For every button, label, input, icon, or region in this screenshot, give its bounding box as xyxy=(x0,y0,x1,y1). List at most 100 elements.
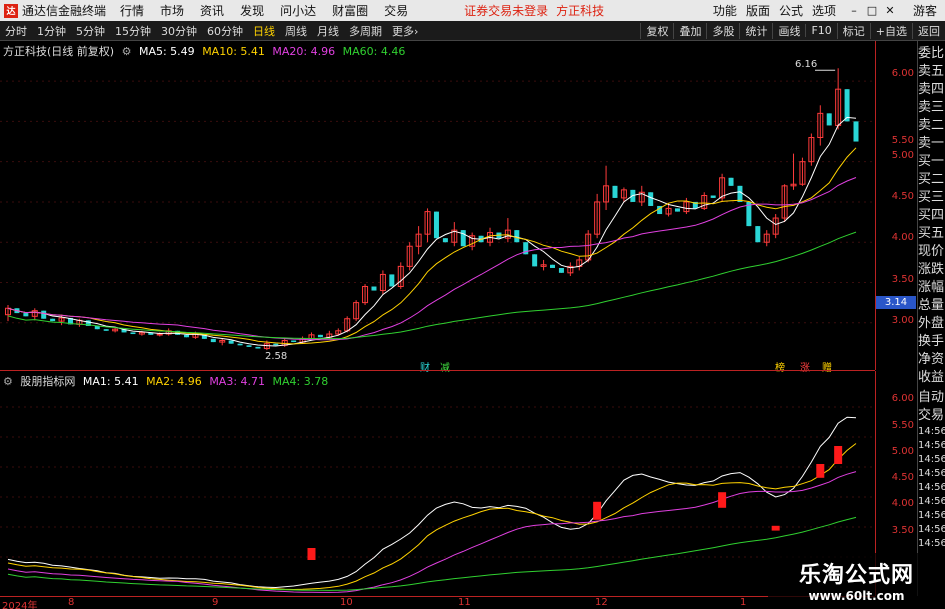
current-price-marker: 3.14 xyxy=(876,296,916,309)
quote-row: 卖五 xyxy=(918,64,945,79)
main-chart-canvas[interactable] xyxy=(0,41,875,370)
sub-ytick-350: 3.50 xyxy=(891,525,914,536)
quote-row: 收益 xyxy=(918,370,945,385)
candle-body xyxy=(648,192,654,206)
signal-bar xyxy=(593,501,602,520)
app-title: 通达信金融终端 xyxy=(22,4,107,18)
quote-row: 买四 xyxy=(918,208,945,223)
quote-row: 涨跌 xyxy=(918,262,945,277)
candle-body xyxy=(558,267,564,273)
tick-time-list: 14:56 14:56 14:56 14:56 14:56 14:56 14:56 14:56… xyxy=(918,425,945,551)
guest-label[interactable]: 游客 xyxy=(913,2,937,19)
quote-panel: 委比 卖五 卖四 卖三 卖二 卖一 买一 买二 买三 买四 买五 现价 涨跌 涨幅 总量 外盘 换手 净资 收益 … xyxy=(917,41,945,596)
tool-overlay[interactable]: 叠加 xyxy=(673,22,706,39)
period-more[interactable]: 更多› xyxy=(387,23,423,39)
menu-news[interactable]: 资讯 xyxy=(200,2,224,19)
period-more-label: 更多 xyxy=(392,24,414,38)
menu-discover[interactable]: 发现 xyxy=(240,2,264,19)
candle-body xyxy=(228,340,234,344)
quote-row: 卖四 xyxy=(918,82,945,97)
menu-market[interactable]: 市场 xyxy=(160,2,184,19)
sub-ytick-550: 5.50 xyxy=(891,420,914,431)
indicator-chart[interactable]: ⚙ 股朋指标网 MA1: 5.41 MA2: 4.96 MA3: 4.71 MA… xyxy=(0,371,875,596)
candle-body xyxy=(755,226,761,243)
tool-stats[interactable]: 统计 xyxy=(739,22,772,39)
candle-body xyxy=(184,334,190,338)
candle-body xyxy=(844,89,850,122)
menu-trade[interactable]: 交易 xyxy=(384,2,408,19)
ma3-label: MA3: 4.71 xyxy=(209,375,266,388)
period-daily[interactable]: 日线 xyxy=(248,23,280,39)
menu-ask[interactable]: 问小达 xyxy=(280,2,316,19)
period-intraday[interactable]: 分时 xyxy=(0,23,32,39)
ytick-450: 4.50 xyxy=(891,191,914,202)
quote-row: 净资 xyxy=(918,352,945,367)
menu-quotes[interactable]: 行情 xyxy=(120,2,144,19)
menu-layout[interactable]: 版面 xyxy=(746,2,770,19)
quote-row: 现价 xyxy=(918,244,945,259)
ma20-label: MA20: 4.96 xyxy=(272,45,336,58)
candle-body xyxy=(41,310,47,319)
period-monthly[interactable]: 月线 xyxy=(312,23,344,39)
ytick-300: 3.00 xyxy=(891,315,914,326)
candle-body xyxy=(371,286,377,291)
site-watermark: 乐淘公式网 www.60lt.com xyxy=(768,553,945,609)
signal-bar xyxy=(718,492,727,508)
period-1min[interactable]: 1分钟 xyxy=(32,23,71,39)
main-kline-chart[interactable]: 方正科技(日线 前复权) ⚙ MA5: 5.49 MA10: 5.41 MA20… xyxy=(0,41,875,374)
main-legend: 方正科技(日线 前复权) ⚙ MA5: 5.49 MA10: 5.41 MA20… xyxy=(3,43,409,59)
candle-body xyxy=(255,346,261,349)
quote-row: 卖一 xyxy=(918,136,945,151)
menu-function[interactable]: 功能 xyxy=(713,2,737,19)
period-30min[interactable]: 30分钟 xyxy=(156,23,202,39)
indicator-chart-canvas[interactable] xyxy=(0,371,875,596)
quote-header: 委比 xyxy=(918,46,945,61)
tool-mark[interactable]: 标记 xyxy=(836,22,870,39)
sub-ytick-600: 6.00 xyxy=(891,393,914,404)
menu-wealth[interactable]: 财富圈 xyxy=(332,2,368,19)
period-weekly[interactable]: 周线 xyxy=(280,23,312,39)
period-15min[interactable]: 15分钟 xyxy=(110,23,156,39)
sub-ytick-400: 4.00 xyxy=(891,498,914,509)
signal-bar xyxy=(834,446,843,464)
minimize-icon[interactable]: – xyxy=(845,4,863,17)
tool-adjust[interactable]: 复权 xyxy=(640,22,673,39)
candle-body xyxy=(23,313,29,317)
candle-body xyxy=(674,208,680,212)
tool-add-watchlist[interactable]: +自选 xyxy=(869,22,912,39)
indicator-settings-icon[interactable]: ⚙ xyxy=(3,375,13,388)
close-icon[interactable]: ✕ xyxy=(881,4,899,17)
period-multi[interactable]: 多周期 xyxy=(344,23,387,39)
candle-body xyxy=(317,334,323,338)
trade-label[interactable]: 交易 xyxy=(918,407,945,425)
candle-body xyxy=(532,254,538,267)
quote-row: 外盘 xyxy=(918,316,945,331)
login-warning[interactable]: 证券交易未登录 xyxy=(464,2,548,19)
auto-label[interactable]: 自动 xyxy=(918,389,945,407)
tool-back[interactable]: 返回 xyxy=(912,22,945,39)
tool-multi-stock[interactable]: 多股 xyxy=(706,22,739,39)
xtick-sep: 9 xyxy=(212,597,219,608)
stock-name-label: 方正科技(日线 前复权) xyxy=(3,45,115,58)
tick-time: 14:56 xyxy=(918,454,945,465)
xtick-dec: 12 xyxy=(595,597,608,608)
period-toolbar: 分时 1分钟 5分钟 15分钟 30分钟 60分钟 日线 周线 月线 多周期 更… xyxy=(0,21,945,41)
period-60min[interactable]: 60分钟 xyxy=(202,23,248,39)
maximize-icon[interactable]: □ xyxy=(863,4,881,17)
settings-gear-icon[interactable]: ⚙ xyxy=(122,45,132,58)
xtick-2024: 2024年 xyxy=(2,601,38,609)
xtick-aug: 8 xyxy=(68,597,75,608)
period-5min[interactable]: 5分钟 xyxy=(71,23,110,39)
low-price-label: 2.58 xyxy=(265,351,288,362)
menu-options[interactable]: 选项 xyxy=(812,2,836,19)
menu-formula[interactable]: 公式 xyxy=(779,2,803,19)
candle-body xyxy=(728,177,734,186)
xtick-oct: 10 xyxy=(340,597,353,608)
quote-row: 买一 xyxy=(918,154,945,169)
tool-draw[interactable]: 画线 xyxy=(772,22,805,39)
candle-body xyxy=(442,238,448,243)
watermark-title: 乐淘公式网 xyxy=(798,563,914,588)
indicator-name-label: 股朋指标网 xyxy=(20,375,76,388)
ytick-600: 6.00 xyxy=(891,68,914,79)
tool-f10[interactable]: F10 xyxy=(805,24,836,37)
